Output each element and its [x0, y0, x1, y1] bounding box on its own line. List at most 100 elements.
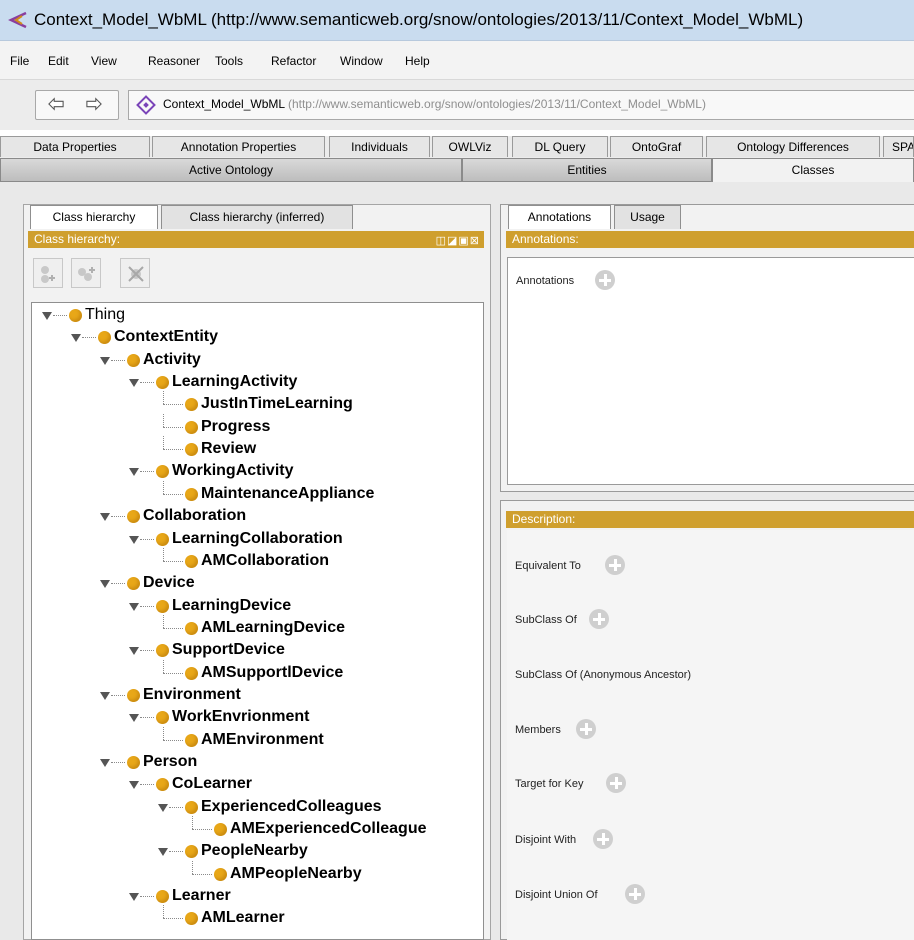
expand-toggle-icon[interactable]: [158, 803, 168, 812]
menu-refactor[interactable]: Refactor: [271, 54, 316, 68]
tab-data-properties[interactable]: Data Properties: [0, 136, 150, 157]
tree-node[interactable]: AMExperiencedColleague: [230, 818, 427, 840]
tab-class-hierarchy-inferred[interactable]: Class hierarchy (inferred): [161, 205, 353, 229]
menu-reasoner[interactable]: Reasoner: [148, 54, 200, 68]
view-control-icons[interactable]: ◫◪▣⊠: [436, 233, 480, 250]
tab-ontology-differences[interactable]: Ontology Differences: [706, 136, 880, 157]
tree-node[interactable]: JustInTimeLearning: [201, 393, 353, 415]
expand-toggle-icon[interactable]: [129, 468, 139, 477]
tree-node-label: Review: [201, 440, 257, 458]
expand-toggle-icon[interactable]: [100, 356, 110, 365]
tree-node[interactable]: LearningCollaboration: [172, 528, 343, 550]
tree-node[interactable]: Learner: [172, 885, 231, 907]
tree-node[interactable]: WorkingActivity: [172, 460, 294, 482]
class-icon: [185, 621, 198, 635]
menu-window[interactable]: Window: [340, 54, 383, 68]
add-sibling-button[interactable]: [71, 258, 101, 288]
tab-individuals[interactable]: Individuals: [329, 136, 430, 157]
tab-classes[interactable]: Classes: [712, 158, 914, 182]
tree-node-label: PeopleNearby: [201, 842, 308, 860]
tree-node[interactable]: Thing: [85, 304, 125, 326]
tree-node[interactable]: AMEnvironment: [201, 729, 324, 751]
expand-toggle-icon[interactable]: [100, 691, 110, 700]
tree-node-label: Progress: [201, 417, 271, 435]
tree-node[interactable]: AMLearner: [201, 907, 285, 929]
tab-annotation-properties[interactable]: Annotation Properties: [152, 136, 325, 157]
forward-arrow-icon[interactable]: [86, 97, 102, 111]
tab-active-ontology[interactable]: Active Ontology: [0, 158, 462, 182]
add-description-icon[interactable]: [625, 884, 645, 904]
tree-node[interactable]: AMLearningDevice: [201, 617, 345, 639]
tree-node[interactable]: WorkEnvrionment: [172, 706, 310, 728]
ontology-name: Context_Model_WbML: [163, 97, 285, 111]
add-description-icon[interactable]: [589, 609, 609, 629]
tree-node[interactable]: AMPeopleNearby: [230, 863, 362, 885]
add-annotation-icon[interactable]: [595, 270, 615, 290]
tree-connector: [163, 905, 165, 919]
tree-connector: [140, 717, 154, 719]
menu-view[interactable]: View: [91, 54, 117, 68]
class-icon: [127, 353, 140, 367]
tree-node[interactable]: Activity: [143, 349, 201, 371]
expand-toggle-icon[interactable]: [129, 647, 139, 656]
tree-node[interactable]: MaintenanceAppliance: [201, 483, 374, 505]
class-tree[interactable]: Thing ContextEntity Activity LearningActivi…: [31, 302, 484, 940]
expand-toggle-icon[interactable]: [158, 848, 168, 857]
add-description-icon[interactable]: [593, 829, 613, 849]
add-description-icon[interactable]: [576, 719, 596, 739]
expand-toggle-icon[interactable]: [100, 513, 110, 522]
tab-usage[interactable]: Usage: [614, 205, 681, 229]
tab-ontograf[interactable]: OntoGraf: [610, 136, 703, 157]
expand-toggle-icon[interactable]: [100, 580, 110, 589]
expand-toggle-icon[interactable]: [100, 759, 110, 767]
tree-node[interactable]: ContextEntity: [114, 326, 218, 348]
tree-node[interactable]: Progress: [201, 416, 270, 438]
expand-toggle-icon[interactable]: [129, 781, 139, 790]
add-sibling-icon: [78, 267, 95, 281]
tab-owlviz[interactable]: OWLViz: [432, 136, 508, 157]
tab-class-hierarchy[interactable]: Class hierarchy: [30, 205, 158, 229]
ontology-diamond-icon: [136, 95, 156, 115]
tree-node[interactable]: LearningDevice: [172, 595, 291, 617]
description-section-label: Disjoint With: [515, 834, 577, 846]
tree-connector: [111, 694, 125, 697]
menu-file[interactable]: File: [10, 54, 29, 68]
expand-toggle-icon[interactable]: [129, 535, 139, 544]
tree-node[interactable]: SupportDevice: [172, 639, 285, 661]
tab-dl-query[interactable]: DL Query: [512, 136, 608, 157]
add-description-icon[interactable]: [606, 773, 626, 793]
tab-sparql[interactable]: SPA: [883, 136, 914, 157]
tree-node[interactable]: Review: [201, 438, 256, 460]
tree-node[interactable]: Device: [143, 572, 195, 594]
expand-toggle-icon[interactable]: [129, 893, 139, 902]
tree-node[interactable]: CoLearner: [172, 773, 252, 795]
tree-connector: [163, 449, 183, 451]
tree-node[interactable]: ExperiencedColleagues: [201, 796, 382, 818]
tab-entities[interactable]: Entities: [462, 158, 712, 182]
ontology-address-text: Context_Model_WbML (http://www.semanticw…: [163, 97, 706, 111]
expand-toggle-icon[interactable]: [71, 334, 81, 343]
delete-class-button[interactable]: [120, 258, 150, 288]
add-description-icon[interactable]: [605, 555, 625, 575]
expand-toggle-icon[interactable]: [129, 602, 139, 611]
expand-toggle-icon[interactable]: [42, 312, 52, 320]
expand-toggle-icon[interactable]: [129, 379, 139, 388]
tree-node[interactable]: Environment: [143, 684, 241, 706]
menu-help[interactable]: Help: [405, 54, 430, 68]
tree-connector: [163, 659, 165, 673]
tab-annotations[interactable]: Annotations: [508, 205, 611, 229]
class-icon: [214, 867, 227, 881]
tree-connector: [140, 382, 154, 384]
ontology-address-field[interactable]: Context_Model_WbML (http://www.semanticw…: [128, 90, 914, 120]
expand-toggle-icon[interactable]: [129, 714, 139, 723]
tree-node[interactable]: AMSupportlDevice: [201, 662, 343, 684]
add-subclass-button[interactable]: [33, 258, 63, 288]
tree-node[interactable]: LearningActivity: [172, 371, 297, 393]
tree-node[interactable]: PeopleNearby: [201, 840, 308, 862]
tree-node[interactable]: Collaboration: [143, 505, 246, 527]
back-arrow-icon[interactable]: [48, 97, 64, 111]
menu-tools[interactable]: Tools: [215, 54, 243, 68]
tree-node[interactable]: Person: [143, 751, 197, 773]
tree-node[interactable]: AMCollaboration: [201, 550, 329, 572]
menu-edit[interactable]: Edit: [48, 54, 69, 68]
